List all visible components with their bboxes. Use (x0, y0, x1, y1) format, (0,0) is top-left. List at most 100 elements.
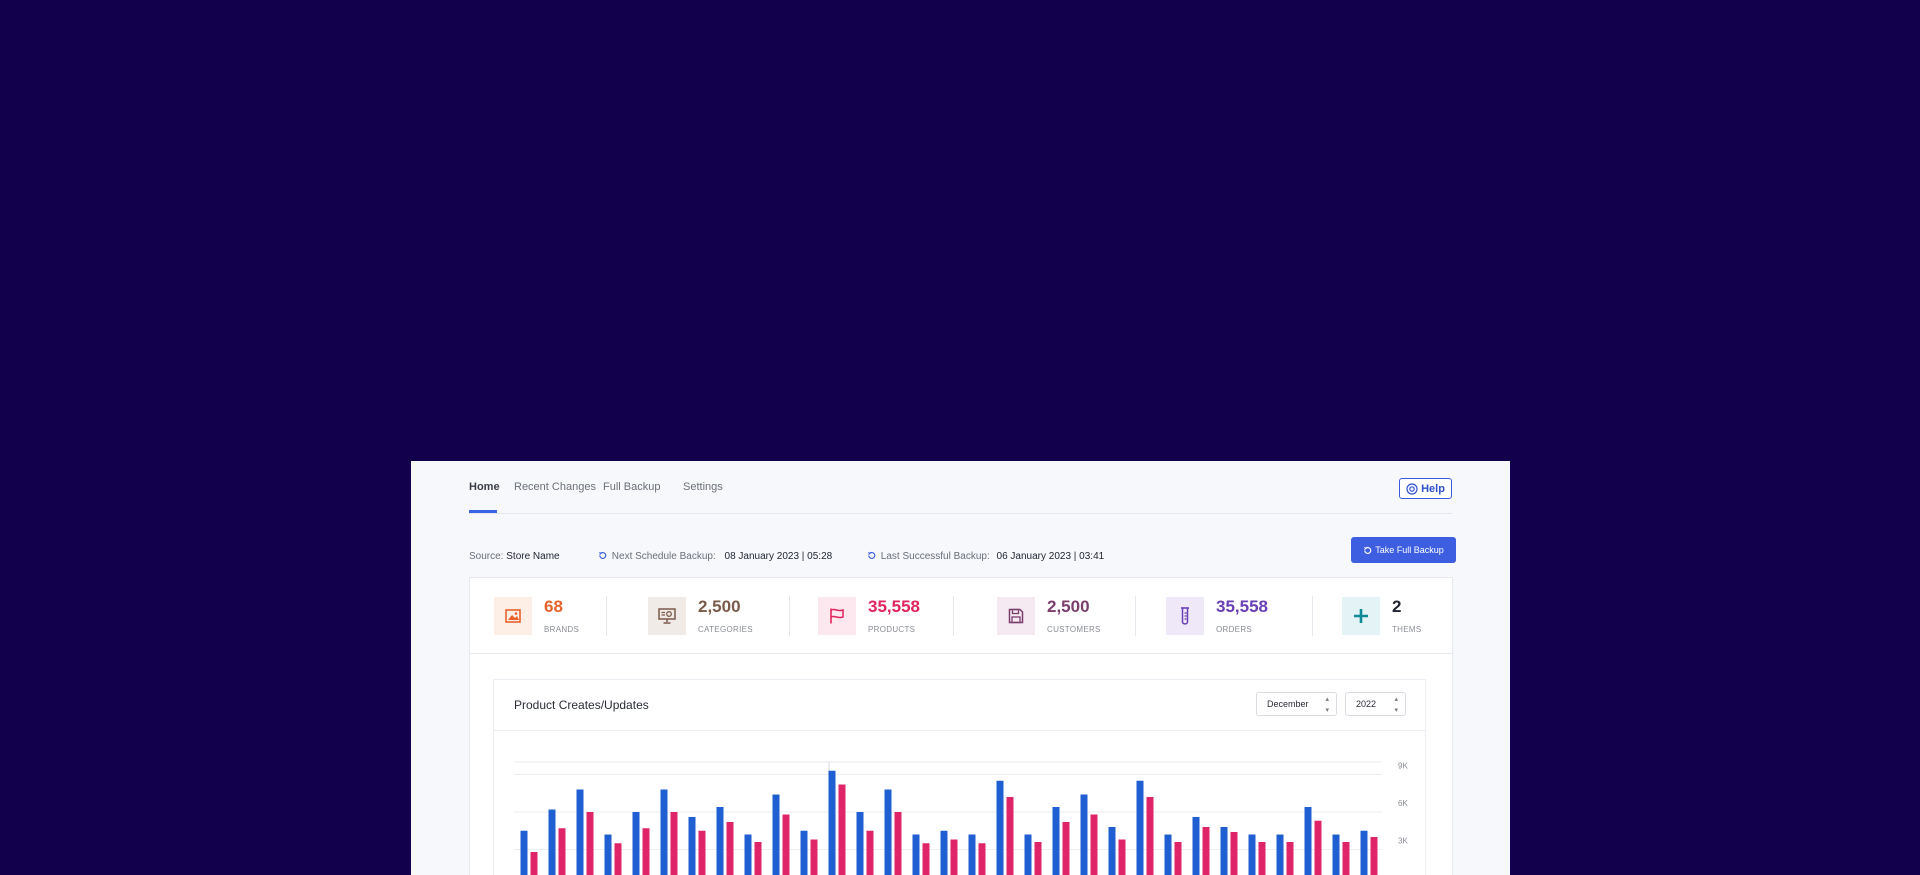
chart-bar (1220, 827, 1228, 875)
history-icon (868, 551, 876, 559)
stat-value: 2 (1392, 597, 1402, 616)
lifebuoy-icon (1406, 482, 1418, 495)
select-arrows-icon: ▴ ▾ (1325, 696, 1329, 714)
chart-bar (670, 812, 678, 875)
chart-bar (1332, 834, 1340, 875)
chart-bar (1342, 842, 1350, 875)
tube-icon (1166, 597, 1204, 635)
chart-bar (1286, 842, 1294, 875)
stat-label: PRODUCTS (868, 625, 916, 634)
chart-bar (642, 828, 650, 875)
chart-bar (1118, 839, 1126, 875)
last-backup-value: 06 January 2023 | 03:41 (996, 551, 1105, 562)
stat-value: 2,500 (698, 597, 741, 616)
source-value: Store Name (506, 551, 560, 562)
chart-bar (1108, 827, 1116, 875)
chart-bar (1062, 822, 1070, 875)
chart-bar (1006, 797, 1014, 875)
stat-divider (789, 596, 790, 636)
active-tab-indicator (469, 510, 497, 513)
stat-value: 68 (544, 597, 563, 616)
chart-bar (632, 812, 640, 875)
chart-bar (1080, 794, 1088, 875)
last-backup-label: Last Successful Backup: (880, 551, 990, 562)
chart-bar (520, 830, 528, 875)
chart-bar (810, 839, 818, 875)
chart-bar (726, 822, 734, 875)
nav-tabs: Home Recent Changes Full Backup Settings… (469, 461, 1452, 514)
chart-bar (716, 807, 724, 875)
chart-bar (782, 814, 790, 875)
chart-bar (1136, 780, 1144, 875)
stat-divider (1312, 596, 1313, 636)
chart-bar (1230, 832, 1238, 875)
image-icon (494, 597, 532, 635)
chart-bar (1360, 830, 1368, 875)
month-select-value: December (1267, 699, 1309, 709)
stats-bar: 68 BRANDS 2,500 CATEGORIES 35,558 PRODUC… (469, 577, 1453, 654)
chart-bar (922, 843, 930, 875)
chart-bar (548, 809, 556, 875)
y-tick-label: 9K (1398, 762, 1408, 771)
take-full-backup-label: Take Full Backup (1375, 545, 1444, 555)
chart-bar (530, 852, 538, 875)
stat-value: 35,558 (1216, 597, 1268, 616)
chart-bar (856, 812, 864, 875)
chart-bar (576, 789, 584, 875)
chart-bar (1258, 842, 1266, 875)
month-select[interactable]: December ▴ ▾ (1256, 692, 1337, 716)
chart-bar (1202, 827, 1210, 875)
chart-section: Product Creates/Updates December ▴ ▾ 2022… (469, 654, 1453, 875)
chart-bar (1314, 820, 1322, 875)
stat-label: THEMS (1392, 625, 1422, 634)
chart-bar (1276, 834, 1284, 875)
chart-bar (558, 828, 566, 875)
floppy-icon (997, 597, 1035, 635)
stat-divider (606, 596, 607, 636)
chart-bar (1146, 797, 1154, 875)
source-label: Source: (469, 551, 504, 562)
stat-value: 35,558 (868, 597, 920, 616)
chart-bar (996, 780, 1004, 875)
product-updates-chart: 3K 6K 9K (514, 761, 1408, 875)
last-backup-info: Last Successful Backup: 06 January 2023 … (867, 551, 1104, 562)
stat-label: CUSTOMERS (1047, 625, 1101, 634)
tab-recent-changes[interactable]: Recent Changes (514, 481, 596, 493)
stat-divider (953, 596, 954, 636)
next-backup-info: Next Schedule Backup: 08 January 2023 | … (598, 551, 832, 562)
tab-full-backup[interactable]: Full Backup (603, 481, 660, 493)
tab-settings[interactable]: Settings (683, 481, 723, 493)
source-info: Source: Store Name (469, 551, 560, 562)
history-icon (1364, 546, 1372, 554)
chart-bar (912, 834, 920, 875)
next-backup-label: Next Schedule Backup: (611, 551, 716, 562)
chart-bar (978, 843, 986, 875)
chart-bar (586, 812, 594, 875)
chart-bar (1248, 834, 1256, 875)
tab-home[interactable]: Home (469, 481, 500, 493)
chart-bar (968, 834, 976, 875)
chart-bar (754, 842, 762, 875)
chart-bar (894, 812, 902, 875)
y-tick-label: 3K (1398, 837, 1408, 846)
stat-label: ORDERS (1216, 625, 1253, 634)
stat-label: CATEGORIES (698, 625, 753, 634)
chart-bar (698, 830, 706, 875)
chart-card: Product Creates/Updates December ▴ ▾ 2022… (493, 679, 1426, 875)
chart-bar (604, 834, 612, 875)
chart-bar (838, 784, 846, 875)
stat-divider (1135, 596, 1136, 636)
chart-bar (950, 839, 958, 875)
help-button[interactable]: Help (1399, 478, 1452, 499)
chart-bar (828, 770, 836, 875)
year-select-value: 2022 (1356, 699, 1377, 709)
history-icon (599, 551, 607, 559)
chart-bar (940, 830, 948, 875)
flag-icon (818, 597, 856, 635)
year-select[interactable]: 2022 ▴ ▾ (1345, 692, 1406, 716)
take-full-backup-button[interactable]: Take Full Backup (1351, 537, 1456, 563)
chart-bar (1090, 814, 1098, 875)
chart-bar (1192, 817, 1200, 875)
next-backup-value: 08 January 2023 | 05:28 (724, 551, 833, 562)
plus-icon (1342, 597, 1380, 635)
